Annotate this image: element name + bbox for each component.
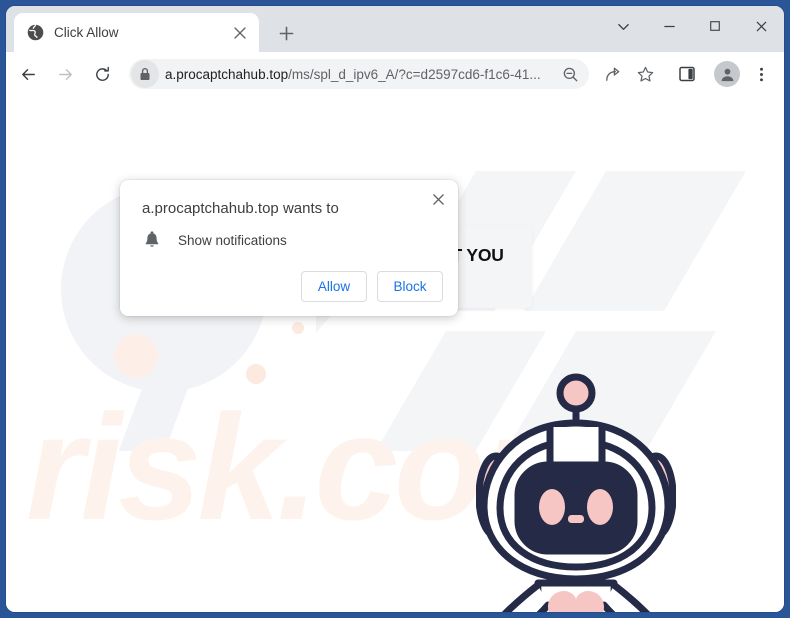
reload-icon[interactable] (87, 59, 117, 89)
browser-toolbar: a.procaptchahub.top/ms/spl_d_ipv6_A/?c=d… (6, 52, 784, 97)
tab-title: Click Allow (54, 25, 119, 40)
new-tab-button[interactable] (272, 19, 300, 47)
maximize-button[interactable] (692, 9, 738, 43)
dialog-title: a.procaptchahub.top wants to (142, 200, 339, 217)
page-viewport: risk.com CLICK «ALLOW» TO CONFIRM THAT Y… (6, 96, 784, 612)
allow-button[interactable]: Allow (301, 271, 367, 302)
tab-strip: Click Allow (6, 6, 784, 52)
close-button[interactable] (738, 9, 784, 43)
share-icon[interactable] (597, 59, 627, 89)
lock-icon[interactable] (131, 60, 159, 88)
url-text: a.procaptchahub.top/ms/spl_d_ipv6_A/?c=d… (165, 67, 557, 82)
dialog-close-icon[interactable] (426, 187, 450, 211)
bell-icon (142, 230, 162, 250)
browser-tab[interactable]: Click Allow (14, 13, 259, 52)
tab-search-chevron-icon[interactable] (600, 9, 646, 43)
browser-window: Click Allow a.procaptchahub.top/ms/spl_d… (6, 6, 784, 612)
zoom-out-icon[interactable] (557, 61, 583, 87)
robot-mascot (476, 373, 676, 612)
window-controls (600, 6, 784, 46)
forward-arrow-icon (50, 59, 80, 89)
profile-avatar-icon[interactable] (712, 59, 742, 89)
block-button[interactable]: Block (377, 271, 443, 302)
minimize-button[interactable] (646, 9, 692, 43)
url-path: /ms/spl_d_ipv6_A/?c=d2597cd6-f1c6-41... (288, 66, 541, 82)
tab-close-icon[interactable] (229, 22, 251, 44)
side-panel-icon[interactable] (672, 59, 702, 89)
address-bar[interactable]: a.procaptchahub.top/ms/spl_d_ipv6_A/?c=d… (129, 59, 589, 89)
url-host: a.procaptchahub.top (165, 66, 289, 82)
permission-label: Show notifications (178, 232, 287, 248)
globe-icon (27, 24, 44, 41)
back-arrow-icon[interactable] (13, 59, 43, 89)
star-icon[interactable] (630, 59, 660, 89)
avatar (714, 61, 740, 87)
three-dot-menu-icon[interactable] (746, 59, 776, 89)
notification-permission-dialog: a.procaptchahub.top wants to Show notifi… (120, 180, 458, 316)
permission-row: Show notifications (142, 230, 287, 250)
dialog-buttons: Allow Block (301, 271, 443, 302)
